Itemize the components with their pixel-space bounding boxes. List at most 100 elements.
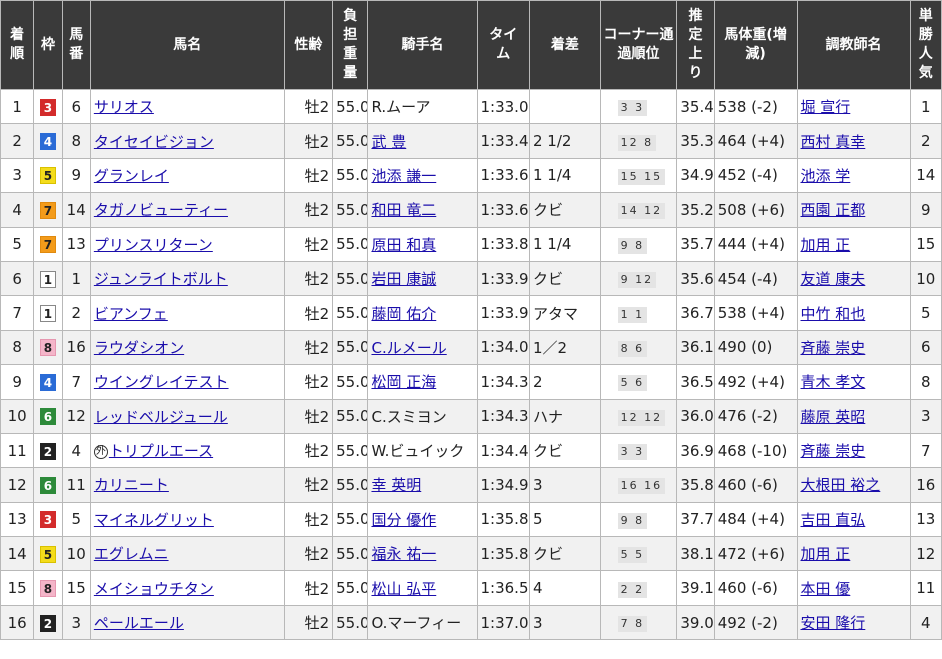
jockey-link[interactable]: 松山 弘平 — [371, 580, 436, 598]
cell-weight: 55.0 — [332, 467, 369, 503]
cell-popularity: 1 — [909, 88, 942, 125]
trainer-link[interactable]: 友道 康夫 — [801, 270, 866, 288]
cell-umaban: 16 — [61, 329, 91, 366]
cell-jockey: 藤岡 佑介 — [367, 295, 478, 331]
waku-badge: 6 — [39, 476, 56, 494]
horse-link[interactable]: グランレイ — [94, 167, 169, 185]
header-corner: コーナー通過順位 — [599, 0, 678, 90]
trainer-link[interactable]: 中竹 和也 — [801, 305, 866, 323]
corner-positions: 15 15 — [617, 168, 666, 185]
header-row: 着順 枠 馬番 馬名 性齢 負担重量 騎手名 タイム 着差 コーナー通過順位 推… — [0, 0, 942, 90]
cell-corner: 5 6 — [599, 364, 678, 400]
cell-last3f: 37.7 — [676, 501, 715, 538]
trainer-link[interactable]: 青木 孝文 — [801, 373, 866, 391]
cell-corner: 3 3 — [599, 432, 678, 469]
horse-link[interactable]: ペールエール — [94, 614, 184, 632]
cell-weight: 55.0 — [332, 123, 369, 159]
horse-link[interactable]: ジュンライトボルト — [94, 270, 228, 288]
cell-jockey: W.ビュイック — [367, 432, 478, 469]
trainer-link[interactable]: 斉藤 崇史 — [801, 442, 866, 460]
cell-rank: 12 — [0, 467, 35, 503]
trainer-link[interactable]: 藤原 英昭 — [801, 408, 866, 426]
trainer-link[interactable]: 池添 学 — [801, 167, 851, 185]
jockey-link[interactable]: 藤岡 佑介 — [371, 305, 436, 323]
waku-badge: 4 — [39, 373, 56, 391]
cell-jockey: 岩田 康誠 — [367, 260, 478, 297]
trainer-link[interactable]: 本田 優 — [801, 580, 851, 598]
horse-link[interactable]: サリオス — [94, 98, 154, 116]
cell-popularity: 10 — [909, 260, 942, 297]
table-row: 1 3 6 サリオス 牡2 55.0 R.ムーア 1:33.0 3 3 35.4… — [0, 88, 942, 125]
trainer-link[interactable]: 大根田 裕之 — [801, 476, 881, 494]
cell-waku: 3 — [33, 88, 63, 125]
cell-margin: 1 1/4 — [529, 226, 601, 262]
jockey-link[interactable]: C.ルメール — [371, 339, 446, 357]
cell-rank: 8 — [0, 329, 35, 366]
cell-time: 1:33.9 — [476, 260, 530, 297]
cell-body-weight: 484 (+4) — [713, 501, 798, 538]
horse-link[interactable]: プリンスリターン — [94, 236, 213, 254]
header-trainer: 調教師名 — [796, 0, 911, 90]
trainer-link[interactable]: 西園 正都 — [801, 201, 866, 219]
horse-link[interactable]: ビアンフェ — [94, 305, 168, 323]
cell-jockey: O.マーフィー — [367, 604, 478, 641]
jockey-name: W.ビュイック — [371, 442, 465, 461]
cell-trainer: 中竹 和也 — [796, 295, 911, 331]
cell-weight: 55.0 — [332, 260, 369, 297]
jockey-link[interactable]: 原田 和真 — [371, 236, 436, 254]
cell-body-weight: 538 (+4) — [713, 295, 798, 331]
horse-link[interactable]: タイセイビジョン — [94, 133, 214, 151]
cell-margin — [529, 88, 601, 125]
table-row: 16 2 3 ペールエール 牡2 55.0 O.マーフィー 1:37.0 3 7… — [0, 604, 942, 641]
header-last3f: 推定上り — [676, 0, 715, 90]
jockey-link[interactable]: 池添 謙一 — [371, 167, 436, 185]
trainer-link[interactable]: 吉田 直弘 — [801, 511, 866, 529]
jockey-link[interactable]: 国分 優作 — [371, 511, 436, 529]
cell-body-weight: 460 (-6) — [713, 467, 798, 503]
cell-margin: クビ — [529, 192, 601, 228]
corner-positions: 5 5 — [617, 547, 648, 564]
trainer-link[interactable]: 加用 正 — [801, 545, 851, 563]
cell-trainer: 友道 康夫 — [796, 260, 911, 297]
cell-time: 1:33.6 — [476, 157, 530, 194]
cell-last3f: 38.1 — [676, 536, 715, 572]
horse-link[interactable]: メイショウチタン — [94, 580, 214, 598]
trainer-link[interactable]: 安田 隆行 — [801, 614, 866, 632]
cell-sexage: 牡2 — [283, 123, 334, 159]
jockey-link[interactable]: 岩田 康誠 — [371, 270, 436, 288]
cell-rank: 11 — [0, 432, 35, 469]
waku-badge: 4 — [39, 133, 56, 151]
corner-positions: 7 8 — [617, 616, 648, 633]
header-margin: 着差 — [529, 0, 601, 90]
cell-corner: 3 3 — [599, 88, 678, 125]
trainer-link[interactable]: 加用 正 — [801, 236, 851, 254]
horse-link[interactable]: トリプルエース — [109, 442, 213, 460]
trainer-link[interactable]: 斉藤 崇史 — [801, 339, 866, 357]
cell-sexage: 牡2 — [283, 260, 334, 297]
horse-link[interactable]: ウイングレイテスト — [94, 373, 229, 391]
cell-weight: 55.0 — [332, 604, 369, 641]
horse-link[interactable]: エグレムニ — [94, 545, 169, 563]
cell-last3f: 36.9 — [676, 432, 715, 469]
horse-link[interactable]: ラウダシオン — [94, 339, 184, 357]
jockey-link[interactable]: 松岡 正海 — [371, 373, 436, 391]
jockey-link[interactable]: 武 豊 — [371, 133, 406, 151]
jockey-link[interactable]: 和田 竜二 — [371, 201, 436, 219]
horse-link[interactable]: レッドベルジュール — [94, 408, 228, 426]
horse-link[interactable]: タガノビューティー — [94, 201, 228, 219]
cell-last3f: 35.2 — [676, 192, 715, 228]
jockey-link[interactable]: 幸 英明 — [371, 476, 421, 494]
horse-link[interactable]: マイネルグリット — [94, 511, 214, 529]
cell-margin: 4 — [529, 570, 601, 606]
cell-body-weight: 452 (-4) — [713, 157, 798, 194]
cell-trainer: 青木 孝文 — [796, 364, 911, 400]
cell-body-weight: 468 (-10) — [713, 432, 798, 469]
trainer-link[interactable]: 西村 真幸 — [801, 133, 866, 151]
cell-rank: 1 — [0, 88, 35, 125]
trainer-link[interactable]: 堀 宣行 — [801, 98, 851, 116]
cell-rank: 16 — [0, 604, 35, 641]
horse-link[interactable]: カリニート — [94, 476, 169, 494]
cell-horse: レッドベルジュール — [89, 398, 285, 434]
jockey-link[interactable]: 福永 祐一 — [371, 545, 436, 563]
waku-badge: 5 — [39, 167, 56, 185]
